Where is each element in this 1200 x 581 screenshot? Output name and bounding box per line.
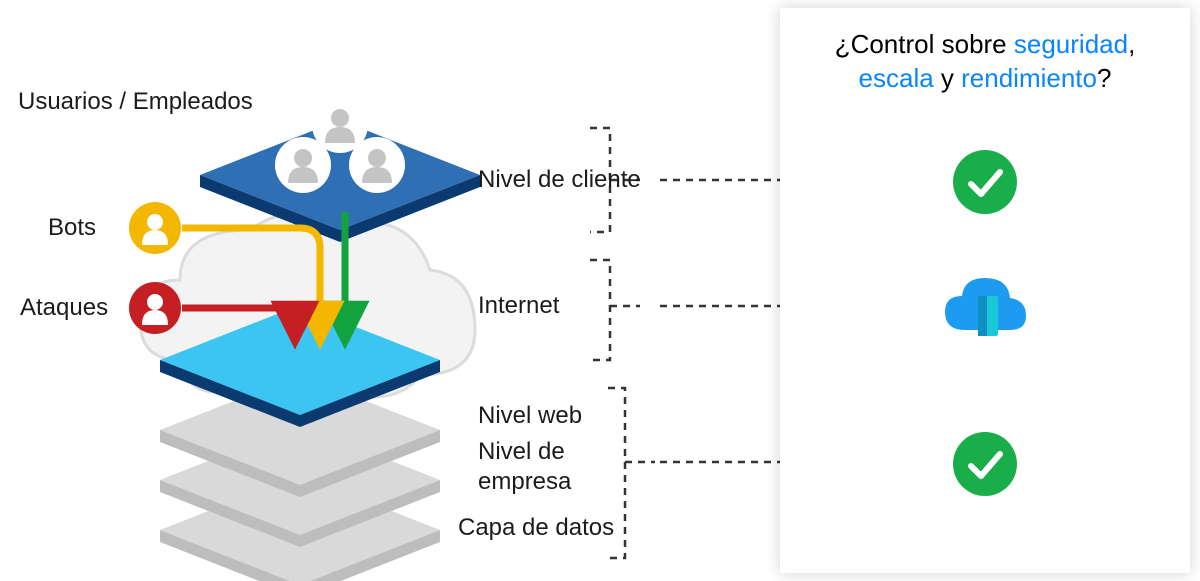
- users-label: Usuarios / Empleados: [18, 88, 253, 116]
- stack-check-icon: [953, 432, 1017, 496]
- bot-avatar-icon: [129, 202, 181, 254]
- web-tier-label: Nivel web: [478, 402, 582, 430]
- panel-title: ¿Control sobre seguridad, escala y rendi…: [780, 28, 1190, 96]
- panel-title-suffix: ?: [1097, 63, 1111, 93]
- internet-bracket: [590, 260, 640, 360]
- panel-title-sep1: ,: [1128, 29, 1135, 59]
- client-tier-check-icon: [953, 150, 1017, 214]
- internet-label: Internet: [478, 292, 559, 320]
- bots-label: Bots: [48, 214, 96, 242]
- azure-front-door-icon: [940, 272, 1030, 342]
- attacks-label: Ataques: [20, 294, 108, 322]
- panel-title-prefix: ¿Control sobre: [835, 29, 1014, 59]
- panel-title-scale: escala: [859, 63, 934, 93]
- panel-title-sep2: y: [934, 63, 961, 93]
- panel-title-perf: rendimiento: [961, 63, 1097, 93]
- business-tier-label-line1: Nivel de: [478, 438, 565, 466]
- stack-bracket: [608, 388, 655, 558]
- business-tier-label-line2: empresa: [478, 468, 571, 496]
- attack-avatar-icon: [129, 282, 181, 334]
- panel-title-security: seguridad: [1014, 29, 1128, 59]
- data-tier-label: Capa de datos: [458, 514, 614, 542]
- client-tier-label: Nivel de cliente: [478, 166, 641, 194]
- control-panel: ¿Control sobre seguridad, escala y rendi…: [780, 8, 1190, 573]
